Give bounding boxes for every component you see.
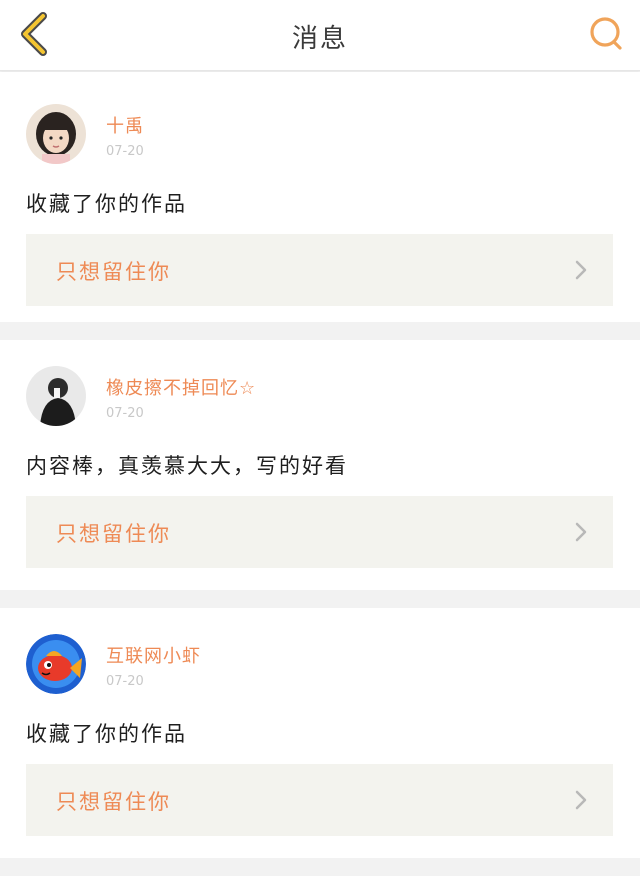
- header-bar: 消息: [0, 0, 640, 71]
- work-link[interactable]: 只想留住你: [26, 764, 613, 836]
- work-title: 只想留住你: [56, 522, 171, 546]
- avatar[interactable]: [26, 366, 86, 426]
- message-list: 十禹 07-20 收藏了你的作品 只想留住你 橡皮擦不掉回忆☆ 07-20 内容…: [0, 72, 640, 876]
- work-link[interactable]: 只想留住你: [26, 234, 613, 306]
- chevron-right-icon: [575, 522, 587, 542]
- search-icon: [590, 17, 622, 50]
- avatar-dark-figure-icon: [26, 366, 86, 426]
- search-button[interactable]: [586, 14, 626, 54]
- page-title: 消息: [291, 24, 348, 54]
- username[interactable]: 十禹: [106, 112, 144, 138]
- message-card: 互联网小虾 07-20 收藏了你的作品 只想留住你: [0, 608, 640, 858]
- work-link[interactable]: 只想留住你: [26, 496, 613, 568]
- message-date: 07-20: [106, 674, 144, 689]
- avatar[interactable]: [26, 104, 86, 164]
- message-card: 橡皮擦不掉回忆☆ 07-20 内容棒，真羡慕大大，写的好看 只想留住你: [0, 340, 640, 590]
- message-text: 收藏了你的作品: [26, 192, 187, 216]
- message-text: 收藏了你的作品: [26, 722, 187, 746]
- username[interactable]: 橡皮擦不掉回忆☆: [106, 374, 256, 400]
- chevron-right-icon: [575, 260, 587, 280]
- message-card: 十禹 07-20 收藏了你的作品 只想留住你: [0, 72, 640, 322]
- avatar-girl-icon: [26, 104, 86, 164]
- username[interactable]: 互联网小虾: [106, 642, 201, 668]
- message-date: 07-20: [106, 144, 144, 159]
- work-title: 只想留住你: [56, 260, 171, 284]
- work-title: 只想留住你: [56, 790, 171, 814]
- message-text: 内容棒，真羡慕大大，写的好看: [26, 454, 348, 478]
- avatar[interactable]: [26, 634, 86, 694]
- avatar-fish-icon: [26, 634, 86, 694]
- chevron-right-icon: [575, 790, 587, 810]
- message-date: 07-20: [106, 406, 144, 421]
